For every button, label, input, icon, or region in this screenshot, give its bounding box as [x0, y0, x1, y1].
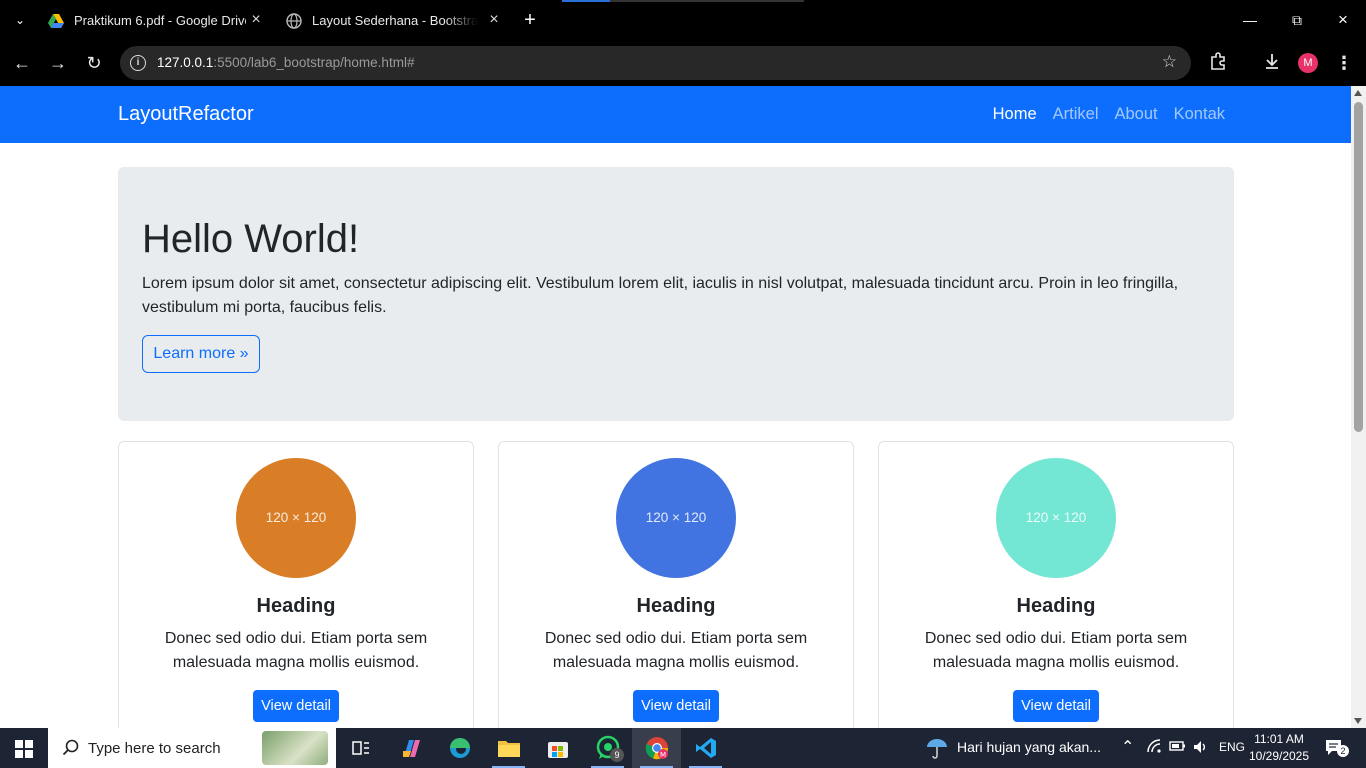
- windows-start-icon[interactable]: [0, 728, 48, 768]
- tab-layout-sederhana[interactable]: Layout Sederhana - Bootstrap R ×: [286, 6, 502, 35]
- card-heading: Heading: [636, 595, 716, 617]
- tab-google-drive[interactable]: Praktikum 6.pdf - Google Drive ×: [48, 6, 264, 35]
- placeholder-image: 120 × 120: [236, 458, 356, 578]
- weather-text[interactable]: Hari hujan yang akan...: [957, 739, 1101, 755]
- bookmark-star-icon[interactable]: ☆: [1162, 52, 1177, 72]
- google-drive-icon: [48, 13, 64, 29]
- reload-icon[interactable]: ↻: [82, 52, 106, 74]
- site-navbar: LayoutRefactor Home Artikel About Kontak: [0, 86, 1351, 143]
- browser-tab-strip: ⌄ Praktikum 6.pdf - Google Drive × Layou…: [0, 0, 1366, 41]
- feature-card: 120 × 120 Heading Donec sed odio dui. Et…: [118, 441, 474, 728]
- download-icon[interactable]: [1261, 52, 1283, 74]
- nav-link-home[interactable]: Home: [993, 105, 1037, 124]
- back-arrow-icon[interactable]: ←: [10, 52, 34, 74]
- taskbar-clock[interactable]: 11:01 AM 10/29/2025: [1246, 731, 1312, 765]
- hero-text: Lorem ipsum dolor sit amet, consectetur …: [142, 275, 1179, 316]
- card-heading: Heading: [256, 595, 336, 617]
- card-text: Donec sed odio dui. Etiam porta sem male…: [164, 630, 428, 671]
- scroll-down-arrow-icon[interactable]: [1354, 718, 1362, 724]
- volume-speaker-icon[interactable]: [1192, 739, 1210, 758]
- navbar-brand[interactable]: LayoutRefactor: [118, 103, 254, 126]
- close-tab-icon[interactable]: ×: [248, 12, 264, 28]
- card-text: Donec sed odio dui. Etiam porta sem male…: [544, 630, 808, 671]
- windows-taskbar: Type here to search 9 M Hari hujan yang …: [0, 728, 1366, 768]
- view-detail-button[interactable]: View detail: [1013, 690, 1099, 722]
- placeholder-image: 120 × 120: [616, 458, 736, 578]
- taskbar-search-box[interactable]: Type here to search: [48, 728, 336, 768]
- address-bar[interactable]: i 127.0.0.1:5500/lab6_bootstrap/home.htm…: [120, 46, 1191, 80]
- search-placeholder: Type here to search: [88, 740, 221, 757]
- nav-link-artikel[interactable]: Artikel: [1053, 105, 1099, 124]
- new-tab-plus-icon[interactable]: +: [520, 9, 540, 31]
- chrome-icon[interactable]: M: [632, 728, 681, 768]
- card-heading: Heading: [1016, 595, 1096, 617]
- feature-card: 120 × 120 Heading Donec sed odio dui. Et…: [878, 441, 1234, 728]
- forward-arrow-icon[interactable]: →: [46, 52, 70, 74]
- whatsapp-icon[interactable]: 9: [583, 728, 632, 768]
- whatsapp-badge: 9: [610, 748, 624, 762]
- task-view-icon[interactable]: [336, 728, 385, 768]
- tab-loading-indicator: [562, 0, 804, 2]
- learn-more-button[interactable]: Learn more »: [142, 335, 260, 373]
- extensions-puzzle-icon[interactable]: [1207, 52, 1229, 74]
- hero-title: Hello World!: [142, 217, 360, 261]
- notification-count: 2: [1337, 745, 1349, 757]
- input-language[interactable]: ENG: [1219, 740, 1245, 754]
- close-window-icon[interactable]: ×: [1329, 8, 1357, 32]
- profile-avatar[interactable]: M: [1298, 53, 1318, 73]
- placeholder-image: 120 × 120: [996, 458, 1116, 578]
- restore-icon[interactable]: ⧉: [1283, 8, 1311, 32]
- view-detail-button[interactable]: View detail: [253, 690, 339, 722]
- page-viewport: LayoutRefactor Home Artikel About Kontak…: [0, 86, 1351, 728]
- show-hidden-icons-chevron-icon[interactable]: ⌃: [1121, 737, 1134, 757]
- tab-title: Praktikum 6.pdf - Google Drive: [74, 13, 246, 28]
- microsoft-store-icon[interactable]: [533, 728, 582, 768]
- battery-icon[interactable]: [1169, 739, 1187, 756]
- browser-toolbar: ← → ↻ i 127.0.0.1:5500/lab6_bootstrap/ho…: [0, 41, 1366, 86]
- scrollbar-thumb[interactable]: [1354, 102, 1363, 432]
- notification-center-icon[interactable]: 2: [1324, 738, 1349, 761]
- edge-browser-icon[interactable]: [435, 728, 484, 768]
- view-detail-button[interactable]: View detail: [633, 690, 719, 722]
- tab-title: Layout Sederhana - Bootstrap R: [312, 13, 478, 28]
- weather-icon[interactable]: [925, 737, 949, 762]
- globe-icon: [286, 12, 302, 29]
- network-wifi-icon[interactable]: [1146, 738, 1164, 757]
- tab-search-chevron-icon[interactable]: ⌄: [8, 10, 32, 30]
- nav-link-about[interactable]: About: [1115, 105, 1158, 124]
- file-explorer-icon[interactable]: [484, 728, 533, 768]
- page-scrollbar[interactable]: [1351, 86, 1366, 728]
- feature-card: 120 × 120 Heading Donec sed odio dui. Et…: [498, 441, 854, 728]
- search-icon: [62, 739, 80, 762]
- card-text: Donec sed odio dui. Etiam porta sem male…: [924, 630, 1188, 671]
- menu-kebab-icon[interactable]: ⋮: [1333, 52, 1355, 74]
- nav-link-kontak[interactable]: Kontak: [1174, 105, 1225, 124]
- clock-time: 11:01 AM: [1254, 732, 1304, 746]
- clock-date: 10/29/2025: [1248, 749, 1310, 763]
- vscode-icon[interactable]: [681, 728, 730, 768]
- copilot-icon[interactable]: [386, 728, 435, 768]
- hero-jumbotron: Hello World! Lorem ipsum dolor sit amet,…: [118, 167, 1234, 421]
- site-info-icon[interactable]: i: [130, 55, 146, 71]
- scroll-up-arrow-icon[interactable]: [1354, 90, 1362, 96]
- url-text[interactable]: 127.0.0.1:5500/lab6_bootstrap/home.html#: [157, 55, 414, 70]
- search-highlight-image: [262, 731, 328, 765]
- minimize-icon[interactable]: —: [1236, 8, 1264, 32]
- navbar-links: Home Artikel About Kontak: [993, 105, 1225, 124]
- svg-text:M: M: [659, 751, 665, 759]
- close-tab-icon[interactable]: ×: [486, 12, 502, 28]
